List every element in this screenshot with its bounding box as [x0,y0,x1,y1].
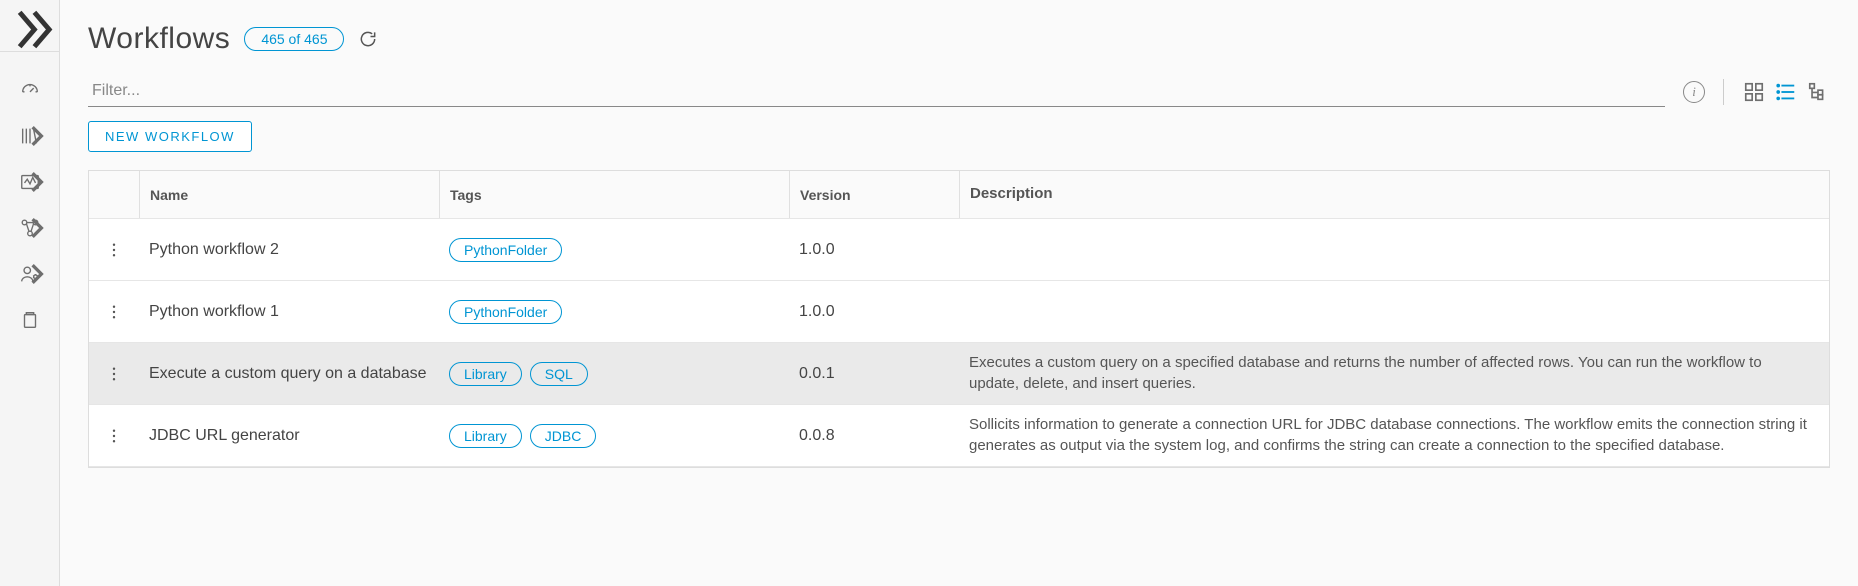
tag-pill[interactable]: PythonFolder [449,300,562,324]
view-list-button[interactable] [1774,80,1798,104]
tag-pill[interactable]: SQL [530,362,588,386]
sidebar-item-dashboard[interactable] [10,70,50,110]
sidebar-item-activity[interactable] [10,162,50,202]
row-description: Executes a custom query on a specified d… [959,353,1829,394]
row-menu-button[interactable] [105,241,123,259]
expand-icon [0,0,59,59]
row-version: 0.0.1 [799,365,949,383]
row-version: 1.0.0 [799,303,949,321]
info-button[interactable]: i [1683,81,1705,103]
row-tags: PythonFolder [439,238,789,262]
column-header-tags[interactable]: Tags [439,171,789,218]
refresh-button[interactable] [358,29,378,49]
row-menu-button[interactable] [105,427,123,445]
chevron-right-icon [26,125,48,147]
sidebar-item-inventory[interactable] [10,300,50,340]
gauge-icon [19,79,41,101]
filter-row: i [88,76,1830,107]
sidebar-item-library[interactable] [10,116,50,156]
tag-pill[interactable]: PythonFolder [449,238,562,262]
row-tags: Library JDBC [439,424,789,448]
table-header: Name Tags Version Description [89,171,1829,219]
table-row[interactable]: Execute a custom query on a database Libr… [89,343,1829,405]
row-name: Python workflow 2 [149,241,429,259]
list-icon [1775,81,1797,103]
column-header-description[interactable]: Description [959,171,1829,218]
column-header-name[interactable]: Name [139,171,439,218]
view-toggles [1742,80,1830,104]
separator [1723,79,1724,105]
new-workflow-button[interactable]: NEW WORKFLOW [88,121,252,152]
row-description: Sollicits information to generate a conn… [959,415,1829,456]
row-name: Python workflow 1 [149,303,429,321]
column-header-version[interactable]: Version [789,171,959,218]
table-row[interactable]: JDBC URL generator Library JDBC 0.0.8 Sollic… [89,405,1829,467]
row-version: 1.0.0 [799,241,949,259]
row-name: Execute a custom query on a database [149,365,429,383]
row-tags: PythonFolder [439,300,789,324]
row-menu-button[interactable] [105,303,123,321]
tag-pill[interactable]: Library [449,362,522,386]
vertical-dots-icon [105,303,123,321]
info-icon: i [1692,84,1696,100]
column-header-actions [89,171,139,218]
sidebar-item-assets[interactable] [10,208,50,248]
tag-pill[interactable]: Library [449,424,522,448]
row-version: 0.0.8 [799,427,949,445]
row-tags: Library SQL [439,362,789,386]
sidebar-item-admin[interactable] [10,254,50,294]
chevron-right-icon [26,171,48,193]
jar-icon [19,309,41,331]
page-title: Workflows [88,22,230,56]
view-tree-button[interactable] [1806,80,1830,104]
table-row[interactable]: Python workflow 1 PythonFolder 1.0.0 [89,281,1829,343]
chevron-right-icon [26,263,48,285]
main-content: Workflows 465 of 465 i NEW WORKFLOW Name… [60,0,1858,586]
sidebar-expand[interactable] [0,8,59,52]
table-body: Python workflow 2PythonFolder1.0.0Python… [89,219,1829,467]
workflows-table: Name Tags Version Description Python wor… [88,170,1830,468]
filter-input[interactable] [88,76,1665,107]
vertical-dots-icon [105,241,123,259]
table-row[interactable]: Python workflow 2 PythonFolder 1.0.0 [89,219,1829,281]
vertical-dots-icon [105,427,123,445]
refresh-icon [358,29,378,49]
grid-icon [1743,81,1765,103]
view-card-button[interactable] [1742,80,1766,104]
count-badge: 465 of 465 [244,27,344,51]
tag-pill[interactable]: JDBC [530,424,597,448]
vertical-dots-icon [105,365,123,383]
page-header: Workflows 465 of 465 [88,22,1830,56]
row-menu-button[interactable] [105,365,123,383]
sidebar [0,0,60,586]
chevron-right-icon [26,217,48,239]
row-name: JDBC URL generator [149,427,429,445]
tree-icon [1807,81,1829,103]
